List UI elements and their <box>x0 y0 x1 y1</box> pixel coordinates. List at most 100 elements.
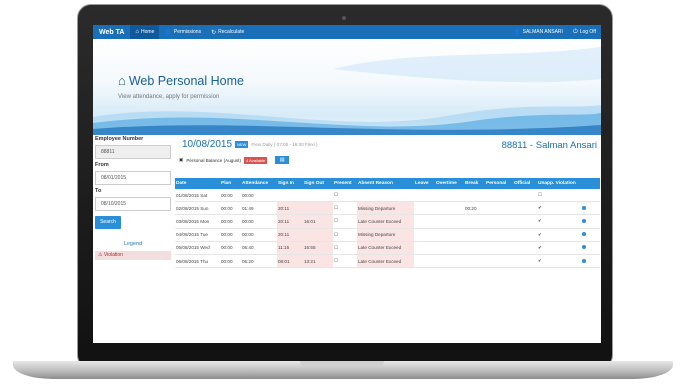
cell-attendance: 05:40 <box>241 241 277 255</box>
cell-personal <box>485 214 513 229</box>
legend-violation-label: Violation <box>103 252 123 258</box>
nav-permissions[interactable]: 👤 Permissions <box>159 25 206 39</box>
cell-attendance: 01:49 <box>241 201 277 216</box>
nav-home-label: Home <box>141 29 155 35</box>
cell-violation[interactable]: ☐ <box>537 189 581 203</box>
cell-present[interactable]: ☐ <box>333 228 357 242</box>
column-header[interactable]: Date <box>175 178 220 189</box>
cell-attendance: 00:00 <box>241 228 277 242</box>
table-row[interactable]: 05/08/2015 Wed 00:00 05:40 11:15 16:55 ☐ Late … <box>175 241 600 255</box>
table-row[interactable]: 01/08/2015 Sat 00:00 00:00 ☐ ☐ <box>175 189 600 203</box>
column-header[interactable]: Attendance <box>241 178 277 189</box>
cell-personal <box>485 228 513 242</box>
column-header[interactable]: Absent Reason <box>357 178 414 189</box>
nav-logoff[interactable]: ⏻ Log Off <box>568 25 601 39</box>
from-label: From <box>95 162 109 168</box>
nav-recalculate[interactable]: ↻ Recalculate <box>206 25 249 39</box>
column-header[interactable]: Sign Out <box>303 178 333 189</box>
column-header[interactable]: Sign In <box>277 178 303 189</box>
table-row[interactable]: 04/08/2015 Tue 00:00 00:00 20:11 ☐ Missing De… <box>175 228 600 242</box>
column-header[interactable]: Overtime <box>435 178 464 189</box>
cell-break: 00:20 <box>464 201 485 216</box>
row-details-dot-icon[interactable] <box>582 218 586 223</box>
cell-personal <box>485 254 513 269</box>
cell-break <box>464 214 485 229</box>
cell-violation[interactable]: ✔ <box>537 254 581 269</box>
column-header[interactable]: Unapp. Violation <box>537 178 581 189</box>
cell-present[interactable]: ☐ <box>333 241 357 255</box>
balance-action-button[interactable]: ▤ <box>275 156 290 164</box>
cell-attendance: 00:00 <box>241 189 277 203</box>
cell-violation[interactable]: ✔ <box>537 214 581 229</box>
cell-leave <box>414 201 435 216</box>
nav-permissions-label: Permissions <box>173 29 202 35</box>
cell-violation[interactable]: ✔ <box>537 228 581 242</box>
top-navbar: Web TA ⌂ Home 👤 Permissions ↻ Recalculat… <box>93 25 601 39</box>
cell-date: 01/08/2015 Sat <box>175 189 220 203</box>
legend-title: Legend <box>123 241 143 247</box>
cell-violation[interactable]: ✔ <box>537 241 581 255</box>
cell-official <box>513 214 537 229</box>
table-row[interactable]: 06/08/2015 Thu 00:00 05:20 08:01 13:21 ☐ Late … <box>175 254 600 269</box>
cell-official <box>513 189 537 203</box>
row-details-cell <box>581 241 600 255</box>
cell-sign-out: 16:01 <box>303 214 333 229</box>
column-header[interactable]: Leave <box>414 178 435 189</box>
cell-present[interactable]: ☐ <box>333 254 357 269</box>
cell-sign-out: 16:55 <box>303 241 333 255</box>
cell-personal <box>485 189 513 203</box>
cell-sign-in: 08:01 <box>277 254 303 269</box>
balance-label: Personal Balance (August) <box>186 157 241 163</box>
cell-leave <box>414 241 435 255</box>
search-button[interactable]: Search <box>95 216 121 229</box>
page-title: ⌂ Web Personal Home <box>118 73 244 88</box>
cell-sign-in: 20:11 <box>277 214 303 229</box>
cell-absent-reason: Missing Departure <box>357 228 414 242</box>
column-header <box>581 178 600 189</box>
home-icon: ⌂ <box>118 73 126 88</box>
row-details-dot-icon[interactable] <box>582 205 586 210</box>
attendance-table-body: 01/08/2015 Sat 00:00 00:00 ☐ ☐ 02/08/2015 Sun… <box>175 189 600 269</box>
cell-sign-in: 11:15 <box>277 241 303 255</box>
cell-sign-out <box>303 201 333 216</box>
logoff-icon: ⏻ <box>572 28 578 35</box>
page-title-text: Web Personal Home <box>128 73 244 88</box>
cell-sign-in: 20:11 <box>277 201 303 216</box>
to-date-field[interactable]: 08/10/2015 <box>95 197 171 211</box>
cell-personal <box>485 241 513 255</box>
column-header[interactable]: Personal <box>485 178 513 189</box>
table-header-row: Date Plan Attendance Sign In Sign Out Pr… <box>175 178 600 189</box>
cell-sign-in: 20:11 <box>277 228 303 242</box>
cell-break <box>464 228 485 242</box>
cell-leave <box>414 228 435 242</box>
brand-link[interactable]: Web TA <box>93 29 130 36</box>
table-row[interactable]: 03/08/2015 Mon 00:00 00:00 20:11 16:01 ☐ Late … <box>175 214 600 229</box>
cell-date: 03/08/2015 Mon <box>175 214 220 229</box>
row-details-dot-icon[interactable] <box>582 258 586 263</box>
nav-user[interactable]: 👤 SALMAN ANSARI <box>508 25 568 39</box>
employee-number-field[interactable]: 88811 <box>95 145 171 159</box>
cell-present[interactable]: ☐ <box>333 201 357 216</box>
column-header[interactable]: Break <box>464 178 485 189</box>
row-details-dot-icon[interactable] <box>582 245 586 250</box>
column-header[interactable]: Official <box>513 178 537 189</box>
cell-break <box>464 241 485 255</box>
table-row[interactable]: 02/08/2015 Sun 00:00 01:49 20:11 ☐ Missing De… <box>175 201 600 216</box>
cell-sign-in <box>277 189 303 203</box>
cell-violation[interactable]: ✔ <box>537 201 581 216</box>
page-banner: ⌂ Web Personal Home View attendance, app… <box>93 39 601 135</box>
cell-plan: 00:00 <box>220 189 241 203</box>
row-details-dot-icon[interactable] <box>582 232 586 237</box>
cell-present[interactable]: ☐ <box>333 189 357 203</box>
column-header[interactable]: Present <box>333 178 357 189</box>
cell-date: 02/08/2015 Sun <box>175 201 220 216</box>
column-header[interactable]: Plan <box>220 178 241 189</box>
refresh-icon: ↻ <box>211 29 217 36</box>
cell-plan: 00:00 <box>220 214 241 229</box>
cell-leave <box>414 189 435 203</box>
nav-home[interactable]: ⌂ Home <box>130 25 160 39</box>
row-details-cell <box>581 254 600 269</box>
row-details-cell <box>581 228 600 242</box>
from-date-field[interactable]: 08/01/2015 <box>95 171 171 185</box>
cell-present[interactable]: ☐ <box>333 214 357 229</box>
